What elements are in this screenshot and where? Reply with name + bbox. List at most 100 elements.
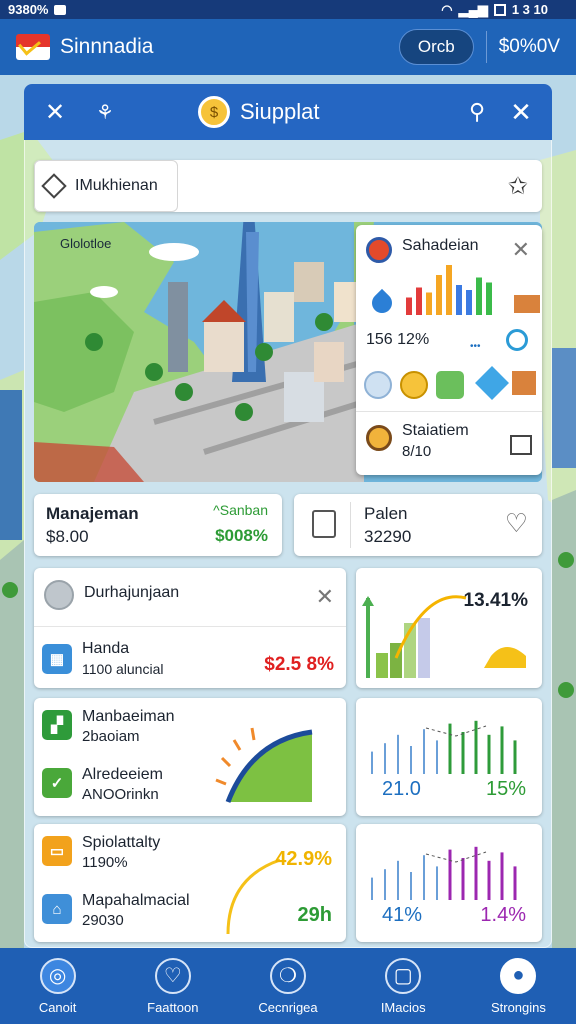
popup-bar — [406, 297, 412, 315]
search-icon[interactable]: ⚲ — [460, 95, 494, 129]
user-icon: ● — [500, 957, 537, 994]
heart-icon: ♡ — [154, 957, 191, 994]
bottom-b-value: 29h — [297, 904, 332, 926]
bottom-a-value: 42.9% — [275, 848, 332, 870]
popup-bar — [436, 275, 442, 315]
popup-bar-chart — [406, 265, 492, 315]
bottom-a-title: Spiolattalty — [82, 834, 161, 851]
mid-card: ▞ Manbaeiman 2baoiam ✓ Alredeeiem ANOOri… — [34, 698, 346, 816]
nav-label-4: IMacios — [380, 999, 426, 1015]
share-icon[interactable]: ⚘ — [88, 95, 122, 129]
category-icon-4[interactable] — [475, 366, 509, 400]
popup-bar — [476, 277, 482, 315]
bottom-card: ▭ Spiolattalty 1190% ⌂ Mapahalmacial 290… — [34, 824, 346, 942]
list-card: Durhajunjaan ✕ ▦ Handa 1100 aluncial $2.… — [34, 568, 346, 688]
category-icon-2[interactable] — [400, 371, 428, 399]
growth-percent: 13.41% — [463, 590, 528, 611]
house-icon — [514, 295, 540, 313]
bottom-nav: ◎ Canoit ♡ Faattoon ❍ Cecnrigea ▢ IMacios ● S… — [0, 948, 576, 1024]
clipboard-icon — [312, 510, 336, 538]
popup-bar — [456, 285, 462, 315]
palen-title: Palen — [364, 504, 408, 523]
filter-icon[interactable]: ✩ — [508, 172, 528, 201]
manage-card[interactable]: Manajeman $8.00 ^Sanban $008% — [34, 494, 282, 556]
list-item-name: Handa — [82, 640, 130, 657]
chat-icon: ❍ — [270, 957, 306, 994]
palen-value: 32290 — [364, 527, 412, 546]
bottom-b-title: Mapahalmacial — [82, 892, 190, 909]
nav-label-3: Cecnrigea — [258, 999, 318, 1015]
bottom-b-sub: 29030 — [82, 912, 124, 929]
notification-icon — [54, 4, 67, 15]
list-close-icon[interactable]: ✕ — [316, 586, 334, 608]
divider — [485, 31, 487, 63]
nav-item-4[interactable]: ▢ IMacios — [346, 948, 461, 1024]
status-left-text: 9380% — [8, 2, 49, 17]
popup-bar — [416, 287, 422, 315]
close-icon[interactable]: ✕ — [504, 95, 538, 129]
nav-label-5: Strongins — [490, 999, 546, 1015]
panel-header: ✕ ⚘ $ Siupplat ⚲ ✕ — [24, 84, 552, 140]
gauge-illustration — [215, 727, 313, 803]
open-map-icon[interactable] — [510, 435, 532, 455]
chart1-card[interactable]: 21.0 15% — [356, 698, 542, 816]
info-popup: Sahadeian ✕ 156 12% ••• Staiatiem 8/10 — [356, 225, 542, 475]
battery-icon — [493, 3, 506, 16]
chart-board-icon: ▞ — [42, 710, 72, 740]
chart2-value-2: 1.4% — [480, 904, 526, 926]
chart2-value-1: 41% — [382, 904, 423, 926]
mid-a-title: Manbaeiman — [82, 708, 175, 725]
panel-title: Siupplat — [240, 99, 320, 124]
search-tag-label: IMukhienan — [75, 177, 158, 194]
category-icon-1[interactable] — [364, 371, 392, 399]
avatar-icon — [44, 580, 74, 610]
favorite-heart-icon[interactable]: ♡ — [505, 508, 528, 539]
category-icon-3[interactable] — [436, 371, 464, 399]
wallet-icon: ▦ — [42, 644, 72, 674]
folder-icon: ▭ — [42, 836, 72, 866]
chart1-value-2: 15% — [485, 778, 526, 800]
clock: 1 3 10 — [511, 2, 548, 17]
header-pill-button[interactable]: Orcb — [398, 29, 474, 65]
nav-label-2: Faattoon — [147, 999, 199, 1015]
growth-chart — [362, 595, 526, 678]
category-icon-5[interactable] — [512, 371, 536, 395]
chart2-card[interactable]: 41% 1.4% — [356, 824, 542, 942]
app-title: Sinnnadia — [60, 35, 154, 58]
wifi-icon: ◠ — [441, 1, 453, 17]
manage-title: Manajeman — [46, 504, 139, 523]
map-region-label: Glolotloe — [60, 236, 112, 251]
popup-badge-icon — [366, 237, 392, 263]
tools-icon[interactable]: ✕ — [38, 95, 72, 129]
popup-footer-value: 8/10 — [402, 443, 432, 460]
chart1-bars — [371, 720, 517, 774]
popup-bar — [466, 290, 472, 315]
popup-close-icon[interactable]: ✕ — [512, 239, 530, 261]
popup-bar — [426, 292, 432, 315]
list-item-value: $2.5 8% — [264, 654, 334, 675]
footer-avatar — [366, 425, 392, 451]
popup-bar — [446, 265, 452, 315]
refresh-icon[interactable] — [506, 329, 528, 351]
manage-tag: ^Sanban — [213, 502, 268, 518]
palen-card[interactable]: Palen 32290 ♡ — [294, 494, 542, 556]
chart2-bars — [371, 846, 517, 900]
nav-item-3[interactable]: ❍ Cecnrigea — [230, 948, 345, 1024]
growth-card[interactable]: 13.41% — [356, 568, 542, 688]
popup-stat: 156 12% — [366, 331, 430, 348]
nav-item-5[interactable]: ● Strongins — [461, 948, 576, 1024]
dots-icon: ••• — [470, 341, 481, 352]
nav-item-2[interactable]: ♡ Faattoon — [115, 948, 230, 1024]
bottom-a-sub: 1190% — [82, 854, 128, 871]
nav-item-1[interactable]: ◎ Canoit — [0, 948, 115, 1024]
compass-icon: ◎ — [39, 957, 76, 994]
list-item-sub: 1100 aluncial — [82, 661, 164, 677]
app-logo-icon — [16, 34, 50, 60]
manage-value: $8.00 — [46, 527, 89, 546]
balance-text: $0%0V — [498, 36, 560, 57]
popup-title: Sahadeian — [402, 237, 479, 254]
manage-percent: $008% — [215, 526, 268, 545]
search-bar[interactable]: IMukhienan ✩ — [34, 160, 542, 212]
home-icon: ⌂ — [42, 894, 72, 924]
search-tag[interactable]: IMukhienan — [34, 160, 178, 212]
